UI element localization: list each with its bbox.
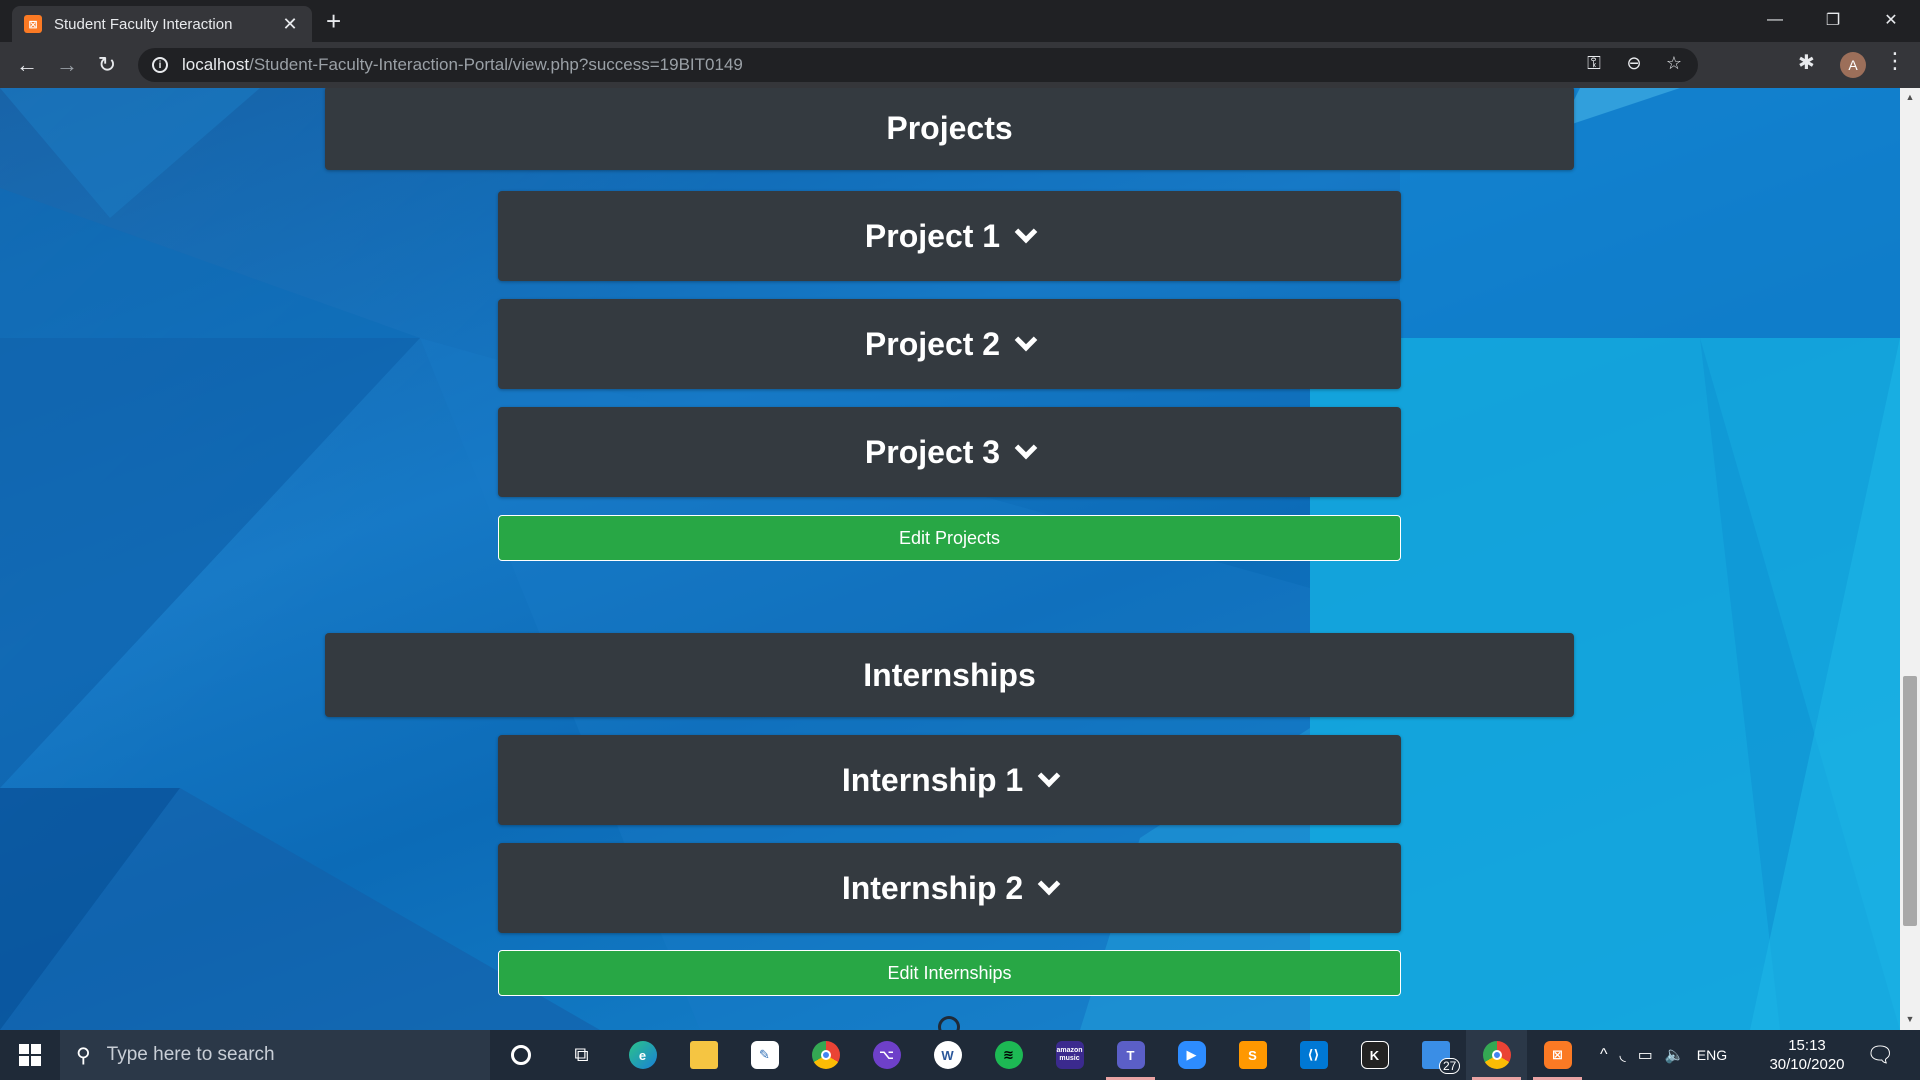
avatar[interactable]: A xyxy=(1840,52,1866,78)
browser-tab-strip: ⊠ Student Faculty Interaction ✕ + — ❐ ✕ xyxy=(0,0,1920,42)
project-2-toggle[interactable]: Project 2 xyxy=(498,299,1401,389)
chrome-profile-icon[interactable] xyxy=(1466,1030,1527,1080)
taskbar-clock[interactable]: 15:13 30/10/2020 xyxy=(1760,1036,1854,1074)
browser-menu-icon[interactable]: ⋮ xyxy=(1884,48,1906,74)
edit-internships-button[interactable]: Edit Internships xyxy=(498,950,1401,996)
zoom-icon[interactable]: ⊖ xyxy=(1622,53,1646,74)
bookmark-star-icon[interactable]: ☆ xyxy=(1662,53,1686,74)
browser-toolbar: ← → ↻ i localhost/Student-Faculty-Intera… xyxy=(0,42,1920,88)
project-3-toggle[interactable]: Project 3 xyxy=(498,407,1401,497)
start-button[interactable] xyxy=(0,1030,60,1080)
key-icon[interactable]: ⚿ xyxy=(1582,53,1606,74)
internship-1-toggle[interactable]: Internship 1 xyxy=(498,735,1401,825)
spotify-icon[interactable]: ≋ xyxy=(978,1030,1039,1080)
chevron-down-icon xyxy=(1037,764,1061,788)
sublime-text-icon[interactable]: S xyxy=(1222,1030,1283,1080)
page-viewport: Projects Project 1 Project 2 Project 3 E… xyxy=(0,88,1900,1030)
projects-header: Projects xyxy=(325,88,1574,170)
close-window-icon[interactable]: ✕ xyxy=(1862,0,1920,40)
task-view-icon[interactable]: ⧉ xyxy=(551,1030,612,1080)
chevron-down-icon xyxy=(1014,328,1038,352)
zoom-icon[interactable]: ▶ xyxy=(1161,1030,1222,1080)
edit-projects-button[interactable]: Edit Projects xyxy=(498,515,1401,561)
site-info-icon[interactable]: i xyxy=(152,57,168,73)
windows-logo-icon xyxy=(19,1044,41,1066)
scroll-up-icon[interactable]: ▲ xyxy=(1904,92,1916,102)
chevron-down-icon xyxy=(1037,872,1061,896)
chevron-down-icon xyxy=(1014,220,1038,244)
file-explorer-icon[interactable] xyxy=(673,1030,734,1080)
window-controls: — ❐ ✕ xyxy=(1746,0,1920,42)
project-label: Project 3 xyxy=(864,433,1001,470)
taskbar-search[interactable]: ⚲ Type here to search xyxy=(60,1030,490,1080)
clock-date: 30/10/2020 xyxy=(1769,1056,1845,1073)
project-label: Project 2 xyxy=(864,325,1001,362)
xampp-icon: ⊠ xyxy=(24,15,42,33)
notifications-icon[interactable]: 🗨 xyxy=(1866,1042,1894,1068)
search-icon: ⚲ xyxy=(76,1044,91,1067)
clock-time: 15:13 xyxy=(1788,1037,1826,1054)
internship-label: Internship 2 xyxy=(841,869,1024,906)
scrollbar-thumb[interactable] xyxy=(1903,676,1917,926)
search-placeholder: Type here to search xyxy=(106,1044,275,1065)
edge-icon[interactable]: e xyxy=(612,1030,673,1080)
back-icon[interactable]: ← xyxy=(12,50,42,80)
forward-icon[interactable]: → xyxy=(52,50,82,80)
reload-icon[interactable]: ↻ xyxy=(92,50,122,80)
url-text[interactable]: localhost/Student-Faculty-Interaction-Po… xyxy=(182,55,743,75)
tab-title: Student Faculty Interaction xyxy=(54,15,233,33)
internships-header: Internships xyxy=(325,633,1574,717)
cortana-icon[interactable] xyxy=(490,1030,551,1080)
scroll-down-icon[interactable]: ▼ xyxy=(1904,1014,1916,1024)
wifi-icon[interactable]: ◟ xyxy=(1620,1045,1626,1065)
chrome-icon[interactable] xyxy=(795,1030,856,1080)
extensions-icon[interactable]: ✱ xyxy=(1798,50,1815,75)
address-bar[interactable]: i localhost/Student-Faculty-Interaction-… xyxy=(138,48,1698,82)
xampp-icon[interactable]: ⊠ xyxy=(1527,1030,1588,1080)
store-icon[interactable]: 27 xyxy=(1405,1030,1466,1080)
project-label: Project 1 xyxy=(864,217,1001,254)
chevron-up-icon[interactable]: ^ xyxy=(1600,1046,1608,1064)
restore-icon[interactable]: ❐ xyxy=(1804,0,1862,40)
kite-icon[interactable]: K xyxy=(1344,1030,1405,1080)
internship-2-toggle[interactable]: Internship 2 xyxy=(498,843,1401,933)
amazon-music-icon[interactable]: amazon music xyxy=(1039,1030,1100,1080)
browser-tab[interactable]: ⊠ Student Faculty Interaction ✕ xyxy=(12,6,312,42)
system-tray: ^ ◟ ▭ 🔈 ENG xyxy=(1600,1030,1727,1080)
page-scrollbar[interactable]: ▲ ▼ xyxy=(1900,88,1920,1030)
new-tab-icon[interactable]: + xyxy=(326,8,341,34)
word-icon[interactable]: W xyxy=(917,1030,978,1080)
project-1-toggle[interactable]: Project 1 xyxy=(498,191,1401,281)
close-tab-icon[interactable]: ✕ xyxy=(280,14,300,35)
battery-icon[interactable]: ▭ xyxy=(1638,1045,1653,1065)
github-desktop-icon[interactable]: ⌥ xyxy=(856,1030,917,1080)
teams-icon[interactable]: T xyxy=(1100,1030,1161,1080)
taskbar: ⚲ Type here to search ⧉ e ✎ ⌥ W ≋ amazon… xyxy=(0,1030,1920,1080)
minimize-icon[interactable]: — xyxy=(1746,0,1804,40)
language-indicator[interactable]: ENG xyxy=(1697,1047,1727,1063)
store-badge: 27 xyxy=(1439,1058,1461,1074)
internship-label: Internship 1 xyxy=(841,761,1024,798)
volume-icon[interactable]: 🔈 xyxy=(1665,1045,1685,1065)
chevron-down-icon xyxy=(1014,436,1038,460)
paint-icon[interactable]: ✎ xyxy=(734,1030,795,1080)
vscode-icon[interactable]: ⟨⟩ xyxy=(1283,1030,1344,1080)
